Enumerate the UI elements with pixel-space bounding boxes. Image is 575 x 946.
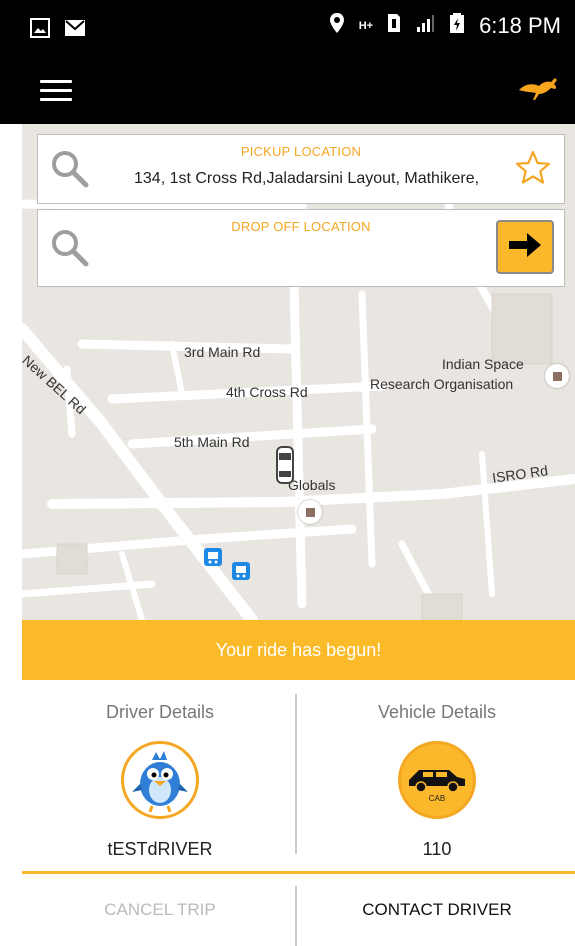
star-icon[interactable] [514,149,552,192]
vehicle-avatar[interactable]: CAB [398,741,476,819]
driver-details: Driver Details tESTdRIVER [22,680,298,870]
cancel-trip-button[interactable]: CANCEL TRIP [22,874,298,946]
map-label-isro-line1: Indian Space [442,356,524,372]
ride-status-text: Your ride has begun! [215,639,382,660]
pickup-location-title: PICKUP LOCATION [240,144,362,159]
sim-icon [387,13,401,39]
location-pin-icon [329,12,345,40]
map-label-4th-cross-rd: 4th Cross Rd [226,384,308,400]
car-icon [409,770,465,793]
map-label-isro-line2: Research Organisation [370,376,514,392]
bird-avatar-icon [132,751,188,813]
contact-driver-button[interactable]: CONTACT DRIVER [299,874,575,946]
actions-divider [295,886,297,946]
cab-badge-text: CAB [428,794,446,803]
trip-details-panel: Driver Details tESTdRIVER Vehicle Detail… [22,680,575,870]
dropoff-location-field[interactable]: DROP OFF LOCATION [37,209,565,287]
ride-status-banner: Your ride has begun! [22,620,575,680]
go-button[interactable] [496,220,554,274]
map-label-5th-main-rd: 5th Main Rd [174,434,250,450]
poi-marker-globals[interactable] [298,500,322,524]
search-icon [50,228,90,273]
dropoff-location-title: DROP OFF LOCATION [231,219,371,234]
vehicle-details: Vehicle Details CAB 110 [299,680,575,870]
clock: 6:18 PM [479,13,561,38]
mail-icon [64,18,86,43]
map-label-globals: Globals [288,477,336,493]
menu-icon[interactable] [40,80,72,102]
trip-actions: CANCEL TRIP CONTACT DRIVER [22,874,575,946]
image-icon [30,18,50,43]
kangaroo-logo-icon [517,72,561,102]
map-label-3rd-main-rd: 3rd Main Rd [184,344,261,360]
poi-marker-isro[interactable] [545,364,569,388]
pickup-location-field[interactable]: PICKUP LOCATION 134, 1st Cross Rd,Jalada… [37,134,565,204]
driver-details-heading: Driver Details [105,702,215,722]
vehicle-details-heading: Vehicle Details [377,702,497,722]
column-divider [295,694,297,854]
status-bar: H+ 6:18 PM [0,0,575,58]
battery-icon [449,12,465,40]
signal-icon [415,13,435,39]
driver-avatar[interactable] [121,741,199,819]
network-indicator: H+ [358,20,374,32]
pickup-location-value[interactable]: 134, 1st Cross Rd,Jaladarsini Layout, Ma… [134,170,479,188]
arrow-right-icon [507,231,543,264]
app-toolbar [0,58,575,124]
driver-name: tESTdRIVER [107,839,213,859]
vehicle-number: 110 [422,839,452,859]
